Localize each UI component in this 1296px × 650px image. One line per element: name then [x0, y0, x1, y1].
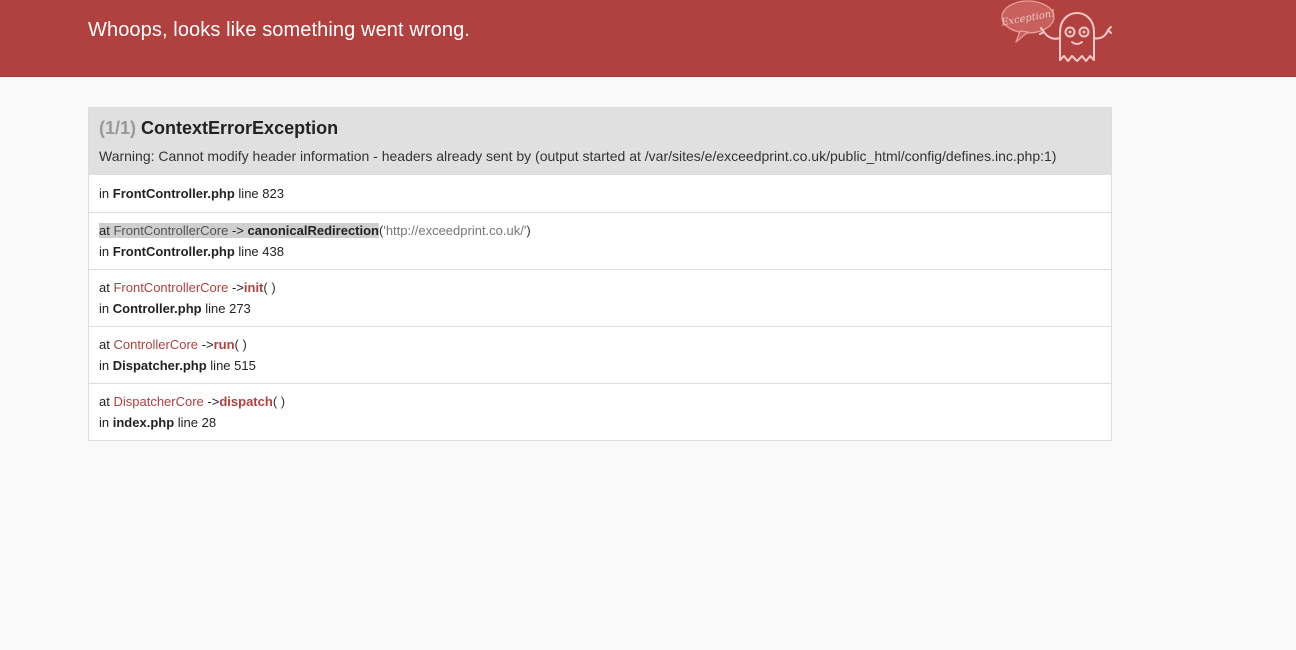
at-prefix: at: [99, 280, 110, 295]
trace-item: at FrontControllerCore ->init( ) in Cont…: [89, 269, 1111, 326]
class-name: DispatcherCore: [113, 394, 204, 409]
exception-message: Warning: Cannot modify header informatio…: [99, 148, 1057, 164]
exception-title: (1/1) ContextErrorException: [99, 118, 1101, 138]
line-number: 28: [201, 415, 217, 430]
trace-item: at FrontControllerCore -> canonicalRedir…: [89, 212, 1111, 269]
class-name: FrontControllerCore: [113, 280, 229, 295]
in-prefix: in: [99, 358, 110, 373]
trace-item: at DispatcherCore ->dispatch( ) in index…: [89, 383, 1111, 440]
exception-header: (1/1) ContextErrorException Warning: Can…: [89, 108, 1111, 174]
arrow: ->: [207, 394, 220, 409]
line-number: 438: [262, 244, 284, 259]
in-prefix: in: [99, 244, 110, 259]
line-prefix: line: [177, 415, 199, 430]
at-prefix: at: [99, 394, 110, 409]
line-prefix: line: [205, 301, 226, 316]
line-number: 515: [234, 358, 256, 373]
in-prefix: in: [99, 186, 110, 201]
line-number: 273: [229, 301, 251, 316]
exception-panel: (1/1) ContextErrorException Warning: Can…: [88, 107, 1112, 441]
class-name: FrontControllerCore: [113, 223, 229, 238]
file-name: Dispatcher.php: [112, 358, 207, 373]
class-name: ControllerCore: [113, 337, 199, 352]
arrow: ->: [231, 223, 244, 238]
at-prefix-highlighted: at FrontControllerCore -> canonicalRedir…: [99, 223, 379, 238]
method-name: run: [213, 337, 235, 352]
exception-count: (1/1): [99, 118, 137, 138]
file-name: FrontController.php: [112, 244, 235, 259]
line-prefix: line: [238, 244, 259, 259]
in-prefix: in: [99, 415, 110, 430]
in-prefix: in: [99, 301, 110, 316]
trace-item: at ControllerCore ->run( ) in Dispatcher…: [89, 326, 1111, 383]
arrow: ->: [201, 337, 214, 352]
argument: 'http://exceedprint.co.uk/': [383, 223, 527, 238]
arrow: ->: [231, 280, 244, 295]
file-name: index.php: [112, 415, 175, 430]
line-prefix: line: [210, 358, 231, 373]
file-name: FrontController.php: [112, 186, 235, 201]
line-prefix: line: [238, 186, 259, 201]
method-name: dispatch: [219, 394, 273, 409]
ghost-exception-logo-icon: Exception!: [1000, 0, 1112, 62]
page-header: Whoops, looks like something went wrong.…: [0, 0, 1296, 77]
method-name: init: [243, 280, 264, 295]
trace-item: in FrontController.php line 823: [89, 174, 1111, 212]
page-title: Whoops, looks like something went wrong.: [88, 19, 470, 41]
at-prefix: at: [99, 337, 110, 352]
method-name: canonicalRedirection: [247, 223, 379, 238]
file-name: Controller.php: [112, 301, 202, 316]
line-number: 823: [262, 186, 284, 201]
exception-name: ContextErrorException: [141, 118, 339, 138]
